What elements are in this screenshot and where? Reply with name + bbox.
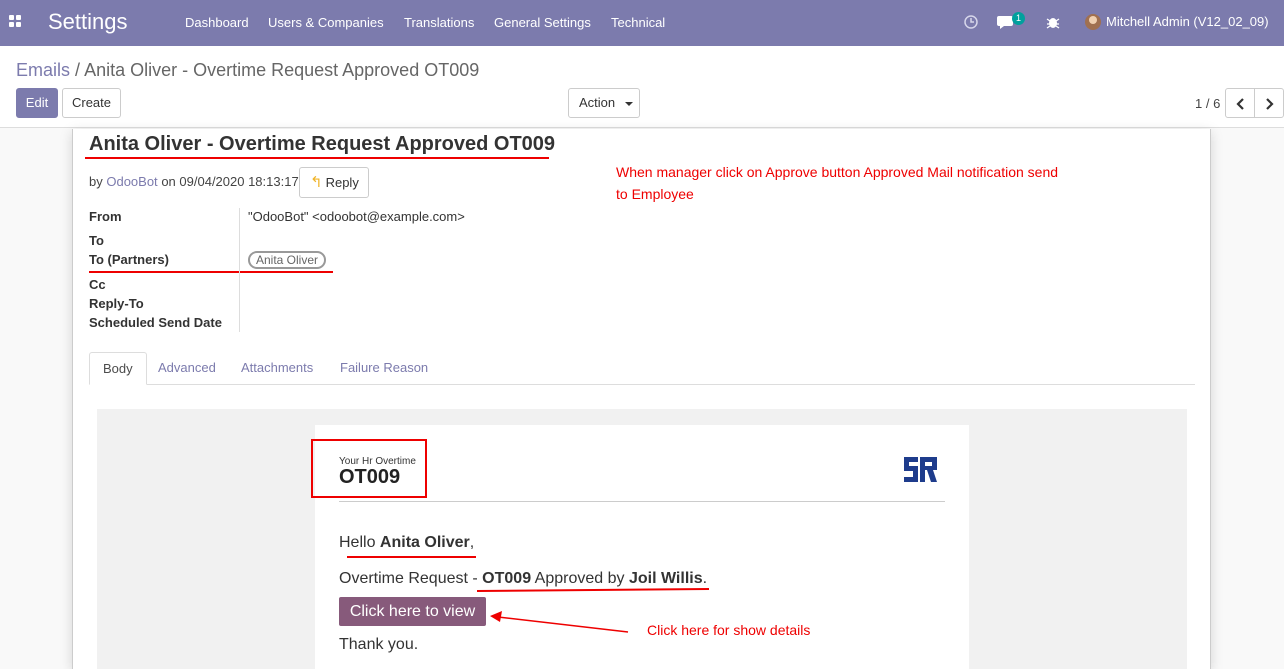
app-title: Settings [48, 9, 128, 34]
to-label: To [89, 233, 104, 248]
tab-body[interactable]: Body [89, 352, 147, 385]
pager-next-button[interactable] [1254, 88, 1284, 118]
breadcrumb-emails-link[interactable]: Emails [16, 60, 70, 80]
date-prefix: on [161, 174, 176, 189]
menu-dashboard[interactable]: Dashboard [185, 15, 249, 30]
chevron-right-icon [1266, 98, 1274, 110]
line-reference: OT009 [482, 570, 532, 587]
chevron-left-icon [1236, 98, 1244, 110]
debug-bug-icon[interactable] [1046, 18, 1060, 29]
greeting-suffix: , [469, 534, 475, 551]
mail-header-divider [339, 501, 945, 502]
mail-header-reference: OT009 [339, 466, 401, 488]
annotation-underline-partners [89, 271, 333, 273]
from-label: From [89, 209, 122, 224]
line-suffix: . [702, 570, 708, 587]
breadcrumb-current: Anita Oliver - Overtime Request Approved… [84, 60, 480, 80]
edit-button[interactable]: Edit [16, 88, 58, 118]
action-label: Action [579, 95, 616, 110]
mail-approval-line: Overtime Request - OT009 Approved by Joi… [339, 570, 707, 588]
pager-value: 1 / 6 [1195, 96, 1221, 111]
reply-arrow-icon: ↰ [310, 174, 323, 191]
author-link[interactable]: OdooBot [106, 174, 157, 189]
top-navbar: Settings Dashboard Users & Companies Tra… [0, 0, 1284, 46]
annotation-note-bottom: Click here for show details [647, 622, 811, 638]
reply-label: Reply [325, 175, 359, 190]
activity-clock-icon[interactable] [964, 15, 978, 29]
tab-attachments[interactable]: Attachments [228, 352, 326, 385]
chat-count-badge: 1 [1012, 12, 1025, 25]
apps-menu-icon[interactable] [9, 15, 23, 29]
breadcrumb: Emails / Anita Oliver - Overtime Request… [16, 60, 479, 81]
tab-advanced[interactable]: Advanced [145, 352, 229, 385]
breadcrumb-separator: / [75, 60, 81, 80]
annotation-underline-greeting [347, 556, 476, 558]
by-prefix: by [89, 174, 103, 189]
annotation-note-top-line1: When manager click on Approve button App… [616, 164, 1059, 180]
reply-button[interactable]: ↰ Reply [299, 167, 369, 198]
record-date: 09/04/2020 18:13:17 [179, 174, 299, 189]
record-byline: by OdooBot on 09/04/2020 18:13:17 [89, 174, 299, 189]
scheduled-send-date-label: Scheduled Send Date [89, 315, 222, 330]
to-partners-label: To (Partners) [89, 252, 169, 267]
menu-users-companies[interactable]: Users & Companies [268, 15, 384, 30]
annotation-note-top-line2: to Employee [616, 186, 694, 202]
user-avatar[interactable] [1085, 14, 1101, 30]
greeting-name: Anita Oliver [379, 534, 470, 551]
line-manager: Joil Willis [628, 570, 703, 587]
menu-translations[interactable]: Translations [404, 15, 474, 30]
menu-general-settings[interactable]: General Settings [494, 15, 591, 30]
partner-tag[interactable]: Anita Oliver [248, 251, 327, 269]
reply-to-label: Reply-To [89, 296, 144, 311]
record-title: Anita Oliver - Overtime Request Approved… [89, 133, 556, 155]
pager-previous-button[interactable] [1225, 88, 1255, 118]
click-here-to-view-button[interactable]: Click here to view [339, 597, 486, 626]
notebook-tabs: Body Advanced Attachments Failure Reason [89, 352, 1195, 385]
mail-greeting: Hello Anita Oliver, [339, 534, 474, 552]
menu-technical[interactable]: Technical [611, 15, 665, 30]
mail-thanks: Thank you. [339, 636, 419, 653]
user-menu[interactable]: Mitchell Admin (V12_02_09) [1106, 14, 1269, 29]
annotation-underline-title [85, 157, 549, 159]
tab-failure-reason[interactable]: Failure Reason [327, 352, 441, 385]
caret-down-icon [624, 101, 633, 106]
line-prefix: Overtime Request - [339, 570, 478, 587]
field-separator [239, 208, 240, 332]
line-mid: Approved by [534, 570, 625, 587]
create-button[interactable]: Create [62, 88, 121, 118]
from-value: "OdooBot" <odoobot@example.com> [248, 209, 465, 224]
greeting-prefix: Hello [339, 534, 376, 551]
action-dropdown[interactable]: Action [568, 88, 640, 118]
control-panel: Emails / Anita Oliver - Overtime Request… [0, 46, 1284, 128]
chat-icon[interactable] [997, 16, 1013, 29]
cc-label: Cc [89, 277, 106, 292]
